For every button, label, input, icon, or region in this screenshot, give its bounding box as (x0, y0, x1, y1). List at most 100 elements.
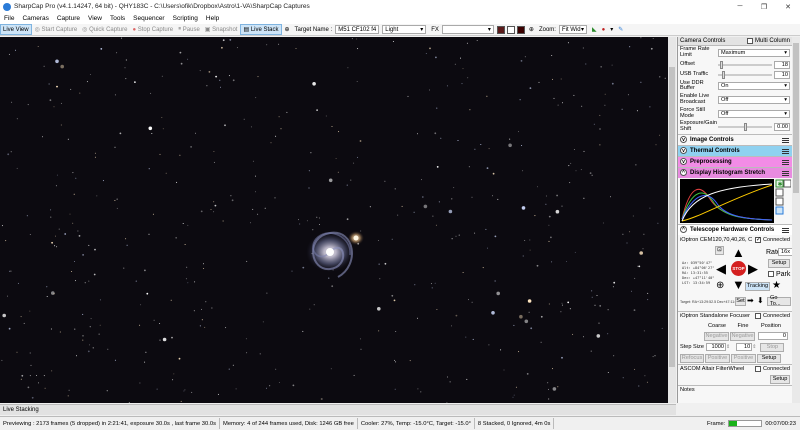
menu-cameras[interactable]: Cameras (18, 15, 52, 22)
goto-button[interactable]: Go To... (767, 295, 791, 307)
live-image-viewport[interactable] (0, 37, 668, 403)
spin-icon[interactable]: ⇕ (752, 344, 756, 350)
usb-traffic-row: USB Traffic 10 (678, 70, 792, 80)
filterwheel-setup-button[interactable]: Setup (770, 374, 790, 384)
notes-row[interactable]: Notes (678, 384, 792, 395)
maximize-button[interactable]: ❐ (752, 0, 776, 13)
menu-view[interactable]: View (84, 15, 106, 22)
tracking-button[interactable]: Tracking (745, 281, 770, 291)
mount-connected-checkbox[interactable] (754, 236, 761, 243)
live-stacking-tab[interactable]: Live Stacking (0, 404, 676, 415)
filterwheel-connected-checkbox[interactable] (754, 366, 761, 373)
park-checkbox[interactable] (768, 271, 774, 278)
park-toggle[interactable]: Park (768, 271, 790, 278)
usb-traffic-label: USB Traffic (680, 70, 709, 77)
arrow-right-icon[interactable]: ➡ (747, 296, 754, 305)
frame-progress-fill (729, 421, 737, 426)
panel-scrollbar-thumb[interactable] (793, 43, 799, 193)
exposure-shift-slider[interactable] (718, 123, 772, 132)
rate-select[interactable]: 16x (778, 247, 792, 256)
exposure-shift-label: Exposure/Gain Shift (680, 120, 718, 133)
brush-icon[interactable]: ✎ (616, 24, 625, 35)
section-telescope-controls[interactable]: ^ Telescope Hardware Controls (678, 223, 792, 235)
hamburger-menu-icon[interactable] (782, 137, 789, 143)
section-image-controls[interactable]: v Image Controls (678, 133, 792, 145)
coarse-negative-button[interactable]: Negative (704, 331, 729, 341)
hamburger-menu-icon[interactable] (782, 170, 789, 176)
pause-button[interactable]: ⏸ Pause (176, 24, 202, 35)
focuser-setup-button[interactable]: Setup (757, 353, 781, 363)
section-thermal-controls[interactable]: v Thermal Controls (678, 144, 792, 156)
window-title: SharpCap Pro (v4.1.14247, 64 bit) - QHY1… (14, 3, 310, 10)
step-fine-input[interactable]: 10 (736, 343, 753, 352)
live-broadcast-select[interactable]: Off ▾ (718, 95, 790, 104)
live-view-button[interactable]: Live View (0, 24, 32, 35)
menu-sequencer[interactable]: Sequencer (129, 15, 168, 22)
panel-vertical-scrollbar[interactable] (792, 37, 800, 403)
exposure-shift-row: Exposure/Gain Shift 0.00 (678, 120, 792, 134)
step-coarse-input[interactable]: 1000 (706, 343, 726, 352)
menu-scripting[interactable]: Scripting (169, 15, 202, 22)
menu-capture[interactable]: Capture (53, 15, 84, 22)
dropdown-arrow-icon[interactable]: ▾ (608, 24, 615, 35)
color-swatch-white[interactable] (506, 25, 515, 34)
slew-east-arrow-icon[interactable]: ▶ (748, 262, 758, 275)
fine-negative-button[interactable]: Negative (730, 331, 755, 341)
menu-tools[interactable]: Tools (106, 15, 129, 22)
stop-slew-button[interactable]: STOP (731, 260, 746, 276)
histogram-stretch-graph[interactable]: ✱ (680, 178, 792, 223)
fine-positive-button[interactable]: Positive (731, 353, 756, 363)
minimize-button[interactable]: ─ (728, 0, 752, 13)
section-preprocessing[interactable]: v Preprocessing (678, 155, 792, 167)
quick-capture-button[interactable]: ◎ Quick Capture (80, 24, 129, 35)
hamburger-menu-icon[interactable] (782, 227, 789, 233)
arrow-down-icon[interactable]: ⬇ (757, 296, 764, 305)
refocus-button[interactable]: Refocus (680, 353, 704, 363)
zoom-select[interactable]: Fit Wid ▾ (558, 25, 587, 34)
histogram-icon[interactable]: ◣ (590, 24, 599, 35)
slew-west-arrow-icon[interactable]: ◀ (716, 262, 726, 275)
snapshot-button[interactable]: ▣ Snapshot (203, 24, 240, 35)
live-stack-button[interactable]: ▤ Live Stack (240, 24, 282, 35)
start-capture-button[interactable]: ◎ Start Capture (33, 24, 80, 35)
image-vertical-scrollbar[interactable] (668, 37, 676, 403)
focuser-stop-button[interactable]: Stop (760, 342, 785, 352)
chevron-down-icon: v (680, 158, 687, 166)
frame-time: 00:07/00:23 (765, 420, 796, 427)
hamburger-menu-icon[interactable] (782, 159, 789, 165)
usb-traffic-value[interactable]: 10 (774, 70, 790, 79)
mount-setup-button[interactable]: Setup (768, 258, 790, 268)
set-button[interactable]: Set (735, 296, 746, 306)
exposure-shift-value[interactable]: 0.00 (774, 123, 790, 132)
ddr-buffer-select[interactable]: On ▾ (718, 82, 790, 91)
close-button[interactable]: ✕ (776, 0, 800, 13)
fx-select[interactable]: ▾ (441, 25, 494, 34)
frame-type-select[interactable]: Light ▾ (382, 25, 427, 34)
section-histogram-stretch[interactable]: ^ Display Histogram Stretch (678, 166, 792, 178)
still-mode-select[interactable]: Off ▾ (718, 109, 790, 118)
slew-south-arrow-icon[interactable]: ▼ (732, 278, 745, 291)
target-name-input[interactable]: M51 CF102 f4 (335, 25, 380, 34)
scrollbar-thumb[interactable] (669, 67, 675, 367)
spin-icon[interactable]: ⇕ (726, 344, 730, 350)
frame-rate-select[interactable]: Maximum ▾ (718, 48, 790, 57)
hamburger-menu-icon[interactable] (782, 148, 789, 154)
color-swatch-black-red[interactable] (516, 25, 525, 34)
usb-traffic-slider[interactable] (718, 70, 772, 79)
multi-column-checkbox[interactable] (746, 38, 753, 44)
menu-file[interactable]: File (0, 15, 18, 22)
stop-capture-button[interactable]: ● Stop Capture (130, 24, 175, 35)
color-swatch-dark-red[interactable] (496, 25, 505, 34)
offset-slider[interactable] (718, 60, 772, 69)
mount-name: iOptron CEM120,70,40,26, C (680, 236, 753, 243)
coarse-positive-button[interactable]: Positive (705, 353, 730, 363)
zoom-label: Zoom: (538, 26, 556, 33)
slew-north-arrow-icon[interactable]: ▲ (732, 246, 745, 259)
offset-value[interactable]: 18 (774, 60, 790, 69)
target-scope-icon[interactable]: ● (600, 24, 608, 35)
menu-help[interactable]: Help (202, 15, 223, 22)
multi-column-toggle[interactable]: Multi Column (746, 38, 790, 44)
star-icon[interactable]: ★ (772, 280, 781, 291)
crosshair-icon[interactable]: ⊕ (716, 279, 724, 292)
focuser-connected-checkbox[interactable] (754, 313, 761, 320)
